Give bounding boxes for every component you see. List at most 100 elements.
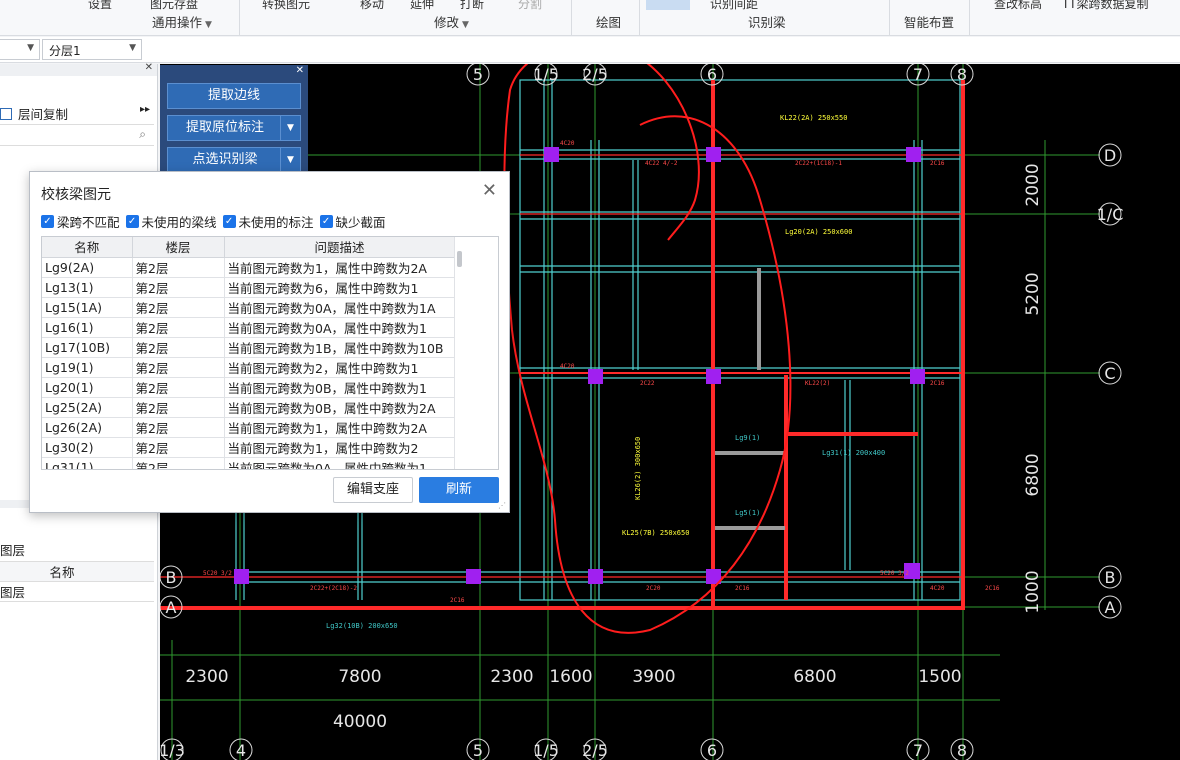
axis-label-top: 6 [707,65,717,84]
chevron-down-icon[interactable]: ▼ [280,116,300,140]
app-window: 设置 图元存盘 转换图元 通用操作 ▼ 移动 延伸 打断 分割 修改 ▼ 绘图 识别… [0,0,1180,760]
ribbon-selected-block [646,0,690,10]
table-row[interactable]: Lg20(1) 第2层 当前图元跨数为0B，属性中跨数为1 [42,377,456,398]
table-row[interactable]: Lg31(1) 第2层 当前图元跨数为0A，属性中跨数为1 [42,457,456,469]
dim-label: 3900 [632,667,675,687]
name-cell: Lg16(1) [42,317,133,338]
description-cell: 当前图元跨数为2，属性中跨数为1 [224,357,456,378]
checkbox-checked-icon: ✓ [319,215,333,228]
rebar-label: 5C20 3/2 [880,570,909,577]
axis-label-right: A [1105,598,1116,617]
table-row[interactable]: Lg30(2) 第2层 当前图元跨数为1，属性中跨数为2 [42,437,456,458]
edit-support-button[interactable]: 编辑支座 [333,477,413,503]
floor-copy-item[interactable]: 层间复制 ▸▸ [0,104,150,123]
pick-beam-button[interactable]: 点选识别梁 ▼ [167,147,301,173]
dim-label-right: 5200 [1023,272,1043,315]
copy-icon [0,108,12,120]
axis-label-bottom: 5 [473,741,483,760]
ribbon-item-move[interactable]: 移动 [360,0,384,12]
column-header-floor[interactable]: 楼层 [132,237,225,258]
description-cell: 当前图元跨数为6，属性中跨数为1 [224,277,456,298]
column [706,147,721,162]
column [588,569,603,584]
column-header-name[interactable]: 名称 [42,237,133,258]
table-row[interactable]: Lg13(1) 第2层 当前图元跨数为6，属性中跨数为1 [42,277,456,298]
ribbon-group-label-recognize-beam: 识别梁 [748,15,786,30]
ribbon-item-settings[interactable]: 设置 [88,0,112,12]
ribbon-item-recognize-spacing[interactable]: 识别间距 [710,0,758,12]
axis-label-bottom: 8 [957,741,967,760]
extract-edge-button[interactable]: 提取边线 [167,83,301,109]
vertical-scrollbar[interactable] [454,237,498,469]
column-header-description[interactable]: 问题描述 [224,237,456,258]
extract-label-button[interactable]: 提取原位标注 ▼ [167,115,301,141]
check-options: ✓ 梁跨不匹配 ✓ 未使用的梁线 ✓ 未使用的标注 ✓ 缺少截面 [41,212,386,231]
dim-label: 7800 [338,667,381,687]
ribbon-group-label-general: 通用操作 ▼ [152,15,212,30]
floor-select[interactable]: ▼ [0,39,40,60]
refresh-button[interactable]: 刷新 [419,477,499,503]
expand-icon[interactable]: ▸▸ [140,104,150,115]
layer-select[interactable]: 分层1 ▼ [42,39,142,60]
chevron-down-icon[interactable]: ▼ [280,148,300,172]
dim-label: 1500 [918,667,961,687]
close-icon[interactable]: ✕ [482,180,497,201]
ribbon-item-save-element[interactable]: 图元存盘 [150,0,198,12]
axis-label-top: 8 [957,65,967,84]
axis-label-top: 5 [473,65,483,84]
axis-label-right: B [1105,568,1116,587]
floor-cell: 第2层 [132,457,225,469]
floor-cell: 第2层 [132,417,225,438]
dim-label: 2300 [185,667,228,687]
beam-label: Lg20(2A) 250x600 [785,228,852,236]
description-cell: 当前图元跨数为0B，属性中跨数为1 [224,377,456,398]
dim-label: 1600 [549,667,592,687]
axis-label-right: 1/C [1097,205,1124,224]
ribbon-item-convert-element[interactable]: 转换图元 [262,0,310,12]
table-row[interactable]: Lg15(1A) 第2层 当前图元跨数为0A，属性中跨数为1A [42,297,456,318]
axis-label-top: 2/5 [582,65,608,84]
ribbon-item-break[interactable]: 打断 [460,0,484,12]
check-unused-beam-line[interactable]: ✓ 未使用的梁线 [125,212,217,231]
floor-cell: 第2层 [132,397,225,418]
issues-table: 名称 楼层 问题描述 Lg9(2A) 第2层 当前图元跨数为1，属性中跨数为2A Lg… [41,236,499,470]
floor-cell: 第2层 [132,277,225,298]
resize-grip-icon[interactable]: ⋰ [498,501,506,510]
beam-label: Lg5(1) [735,509,760,517]
layers-row[interactable]: 图层 [0,582,154,602]
layers-col-name: 名称 [0,562,154,582]
axis-label-left: A [166,598,177,617]
check-span-mismatch[interactable]: ✓ 梁跨不匹配 [41,212,120,231]
close-icon[interactable]: ✕ [145,62,153,73]
scrollbar-thumb[interactable] [457,251,462,267]
rebar-label: 4C20 [560,140,575,147]
table-header: 名称 楼层 问题描述 [42,237,456,258]
layers-title: 图层 [0,543,26,558]
table-row[interactable]: Lg17(10B) 第2层 当前图元跨数为1B，属性中跨数为10B [42,337,456,358]
close-icon[interactable]: ✕ [296,65,304,76]
description-cell: 当前图元跨数为0A，属性中跨数为1 [224,457,456,469]
ribbon-item-check-elevation[interactable]: 查改标高 [994,0,1042,12]
check-missing-section[interactable]: ✓ 缺少截面 [319,212,386,231]
check-unused-label[interactable]: ✓ 未使用的标注 [222,212,314,231]
ribbon-item-split[interactable]: 分割 [518,0,542,12]
table-row[interactable]: Lg26(2A) 第2层 当前图元跨数为1，属性中跨数为2A [42,417,456,438]
beam-label: Lg9(1) [735,434,760,442]
name-cell: Lg25(2A) [42,397,133,418]
search-icon: ⌕ [139,127,146,141]
table-row[interactable]: Lg19(1) 第2层 当前图元跨数为2，属性中跨数为1 [42,357,456,378]
table-row[interactable]: Lg9(2A) 第2层 当前图元跨数为1，属性中跨数为2A [42,257,456,278]
axis-label-bottom: 1/3 [160,741,185,760]
search-input[interactable]: ⌕ [0,124,154,146]
ribbon-item-extend[interactable]: 延伸 [410,0,434,12]
rebar-label: 2C16 [735,585,750,592]
axis-label-bottom: 2/5 [582,741,608,760]
description-cell: 当前图元跨数为1，属性中跨数为2 [224,437,456,458]
table-row[interactable]: Lg16(1) 第2层 当前图元跨数为0A，属性中跨数为1 [42,317,456,338]
table-row[interactable]: Lg25(2A) 第2层 当前图元跨数为0B，属性中跨数为2A [42,397,456,418]
rebar-label: 2C22+(1C18)-1 [795,160,842,167]
dim-label-right: 1000 [1023,570,1043,613]
ribbon-item-beam-span-copy[interactable]: TT梁跨数据复制 [1062,0,1148,12]
column [706,369,721,384]
checkbox-checked-icon: ✓ [222,215,236,228]
